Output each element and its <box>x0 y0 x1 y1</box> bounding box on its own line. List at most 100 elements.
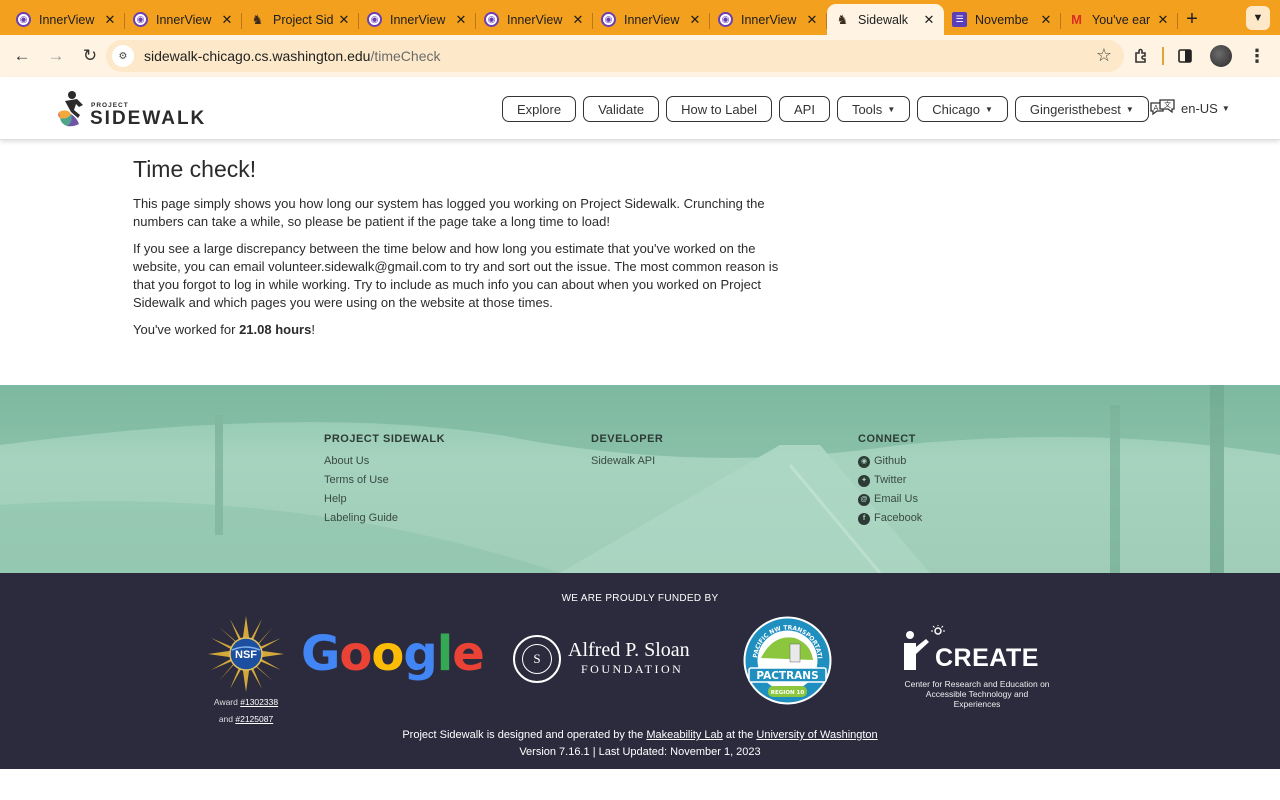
tab-title: InnerView <box>390 12 446 27</box>
tab-title: InnerView <box>507 12 563 27</box>
browser-tab[interactable]: ♞ Project Sid ✕ <box>242 4 359 35</box>
nav-tools-button[interactable]: Tools ▼ <box>836 96 911 122</box>
address-bar[interactable]: ⚙ sidewalk-chicago.cs.washington.edu/tim… <box>106 40 1124 72</box>
sloan-foundation-logo[interactable]: S Alfred P. Sloan FOUNDATION <box>513 633 693 685</box>
award-prefix: Award <box>213 697 241 707</box>
extensions-icon[interactable] <box>1126 41 1156 71</box>
close-icon[interactable]: ✕ <box>454 12 468 28</box>
tab-title: Sidewalk <box>858 12 909 27</box>
tab-title: You've ear <box>1092 12 1151 27</box>
browser-tab[interactable]: ◉ InnerView ✕ <box>593 4 710 35</box>
close-icon[interactable]: ✕ <box>220 12 234 28</box>
close-icon[interactable]: ✕ <box>805 12 819 28</box>
nav-explore-button[interactable]: Explore <box>502 96 577 122</box>
reload-icon[interactable]: ↻ <box>74 40 106 72</box>
close-icon[interactable]: ✕ <box>688 12 702 28</box>
calendar-form-icon: ☰ <box>952 12 967 27</box>
footer-link[interactable]: Help <box>324 490 445 509</box>
award-link-2[interactable]: #2125087 <box>235 714 273 724</box>
nsf-logo[interactable]: NSF <box>208 616 284 692</box>
close-icon[interactable]: ✕ <box>103 12 117 28</box>
language-selector[interactable]: A 文 en-US ▼ <box>1150 98 1230 118</box>
google-logo[interactable]: Google <box>301 626 485 682</box>
footer-link[interactable]: ✦ Twitter <box>858 471 922 490</box>
footer-col-project-sidewalk: PROJECT SIDEWALK About Us Terms of Use Help… <box>324 433 445 528</box>
innerview-icon: ◉ <box>484 12 499 27</box>
innerview-icon: ◉ <box>367 12 382 27</box>
bookmark-star-icon[interactable]: ☆ <box>1096 45 1112 66</box>
browser-tab[interactable]: ◉ InnerView ✕ <box>125 4 242 35</box>
tab-title: InnerView <box>624 12 680 27</box>
chevron-down-icon: ▼ <box>1221 103 1230 113</box>
forward-icon[interactable]: → <box>40 40 72 72</box>
award-link-1[interactable]: #1302338 <box>240 697 278 707</box>
close-icon[interactable]: ✕ <box>922 12 936 28</box>
footer-link[interactable]: Sidewalk API <box>591 452 663 471</box>
nav-chicago-button[interactable]: Chicago ▼ <box>917 96 1008 122</box>
footer-link[interactable]: Labeling Guide <box>324 509 445 528</box>
footer-link-label: Github <box>874 455 907 467</box>
browser-tab[interactable]: ◉ InnerView ✕ <box>8 4 125 35</box>
google-letter: l <box>436 626 453 682</box>
footer-link[interactable]: About Us <box>324 452 445 471</box>
footer-link-label: Sidewalk API <box>591 455 656 467</box>
browser-tab[interactable]: ◉ InnerView ✕ <box>359 4 476 35</box>
footer-link-label: Help <box>324 493 347 505</box>
footer-link-label: Twitter <box>874 474 907 486</box>
project-sidewalk-logo[interactable]: PROJECT SIDEWALK <box>57 90 204 130</box>
pactrans-logo[interactable]: PACIFIC NW TRANSPORTATION CONSORTIUM PAC… <box>743 616 832 705</box>
side-panel-icon[interactable] <box>1170 41 1200 71</box>
innerview-icon: ◉ <box>601 12 616 27</box>
sloan-foundation-word: FOUNDATION <box>581 662 684 676</box>
footer-heading: DEVELOPER <box>591 433 664 445</box>
menu-kebab-icon[interactable]: ⋮ <box>1242 41 1272 71</box>
tab-search-chevron-icon[interactable]: ▼ <box>1246 6 1270 30</box>
close-icon[interactable]: ✕ <box>1156 12 1170 28</box>
github-icon: ◉ <box>858 455 870 468</box>
makeability-lab-link[interactable]: Makeability Lab <box>646 729 722 741</box>
footer-link-label: Labeling Guide <box>324 512 399 524</box>
close-icon[interactable]: ✕ <box>337 12 351 28</box>
tab-title: Novembe <box>975 12 1029 27</box>
footer-col-developer: DEVELOPER Sidewalk API <box>591 433 663 471</box>
nav-api-button[interactable]: API <box>778 96 830 122</box>
nav-gingeristhebest-button[interactable]: Gingeristhebest ▼ <box>1014 96 1149 122</box>
footer-link[interactable]: Terms of Use <box>324 471 445 490</box>
uw-link[interactable]: University of Washington <box>756 729 877 741</box>
footer-col-connect: CONNECT ◉ Github ✦ Twitter @ Email Us f Facebook <box>858 433 922 528</box>
nsf-award-numbers: Award #1302338 and #2125087 <box>196 694 296 728</box>
close-icon[interactable]: ✕ <box>571 12 585 28</box>
browser-toolbar: ← → ↻ ⚙ sidewalk-chicago.cs.washington.e… <box>0 35 1280 77</box>
browser-tab[interactable]: M You've ear ✕ <box>1061 4 1178 35</box>
profile-avatar[interactable] <box>1206 41 1236 71</box>
close-icon[interactable]: ✕ <box>1039 12 1053 28</box>
intro-paragraph: This page simply shows you how long our … <box>133 196 765 229</box>
innerview-icon: ◉ <box>16 12 31 27</box>
browser-tab[interactable]: ♞ Sidewalk ✕ <box>827 4 944 35</box>
nav-validate-button[interactable]: Validate <box>583 96 660 122</box>
award-and: and <box>218 714 236 724</box>
browser-tab-strip: ◉ InnerView ✕ ◉ InnerView ✕ ♞ Project Sid ✕ ◉ Inne… <box>0 0 1280 35</box>
logo-sidewalk-text: SIDEWALK <box>90 108 207 129</box>
innerview-icon: ◉ <box>718 12 733 27</box>
back-icon[interactable]: ← <box>6 40 38 72</box>
worked-hours-value: 21.08 hours <box>239 322 312 337</box>
toolbar-divider <box>1162 47 1164 65</box>
site-settings-icon[interactable]: ⚙ <box>112 45 134 67</box>
footer-link[interactable]: @ Email Us <box>858 490 922 509</box>
footer-link[interactable]: f Facebook <box>858 509 922 528</box>
nav-how-to-label-button[interactable]: How to Label <box>666 96 772 122</box>
footer-link[interactable]: ◉ Github <box>858 452 922 471</box>
browser-tab[interactable]: ☰ Novembe ✕ <box>944 4 1061 35</box>
footer-heading: CONNECT <box>858 433 916 445</box>
footer-link-label: Email Us <box>874 493 919 505</box>
new-tab-plus-icon[interactable]: + <box>1178 4 1206 35</box>
page-title: Time check! <box>133 156 257 182</box>
browser-tab[interactable]: ◉ InnerView ✕ <box>710 4 827 35</box>
browser-tab[interactable]: ◉ InnerView ✕ <box>476 4 593 35</box>
create-logo[interactable]: CREATE Center for Research and Education… <box>902 625 1052 709</box>
create-subtitle: Center for Research and Education on Acc… <box>902 679 1052 709</box>
discrepancy-paragraph: If you see a large discrepancy between t… <box>133 241 779 310</box>
worked-time-line: You've worked for 21.08 hours! <box>133 321 793 339</box>
footer-link-label: About Us <box>324 455 370 467</box>
